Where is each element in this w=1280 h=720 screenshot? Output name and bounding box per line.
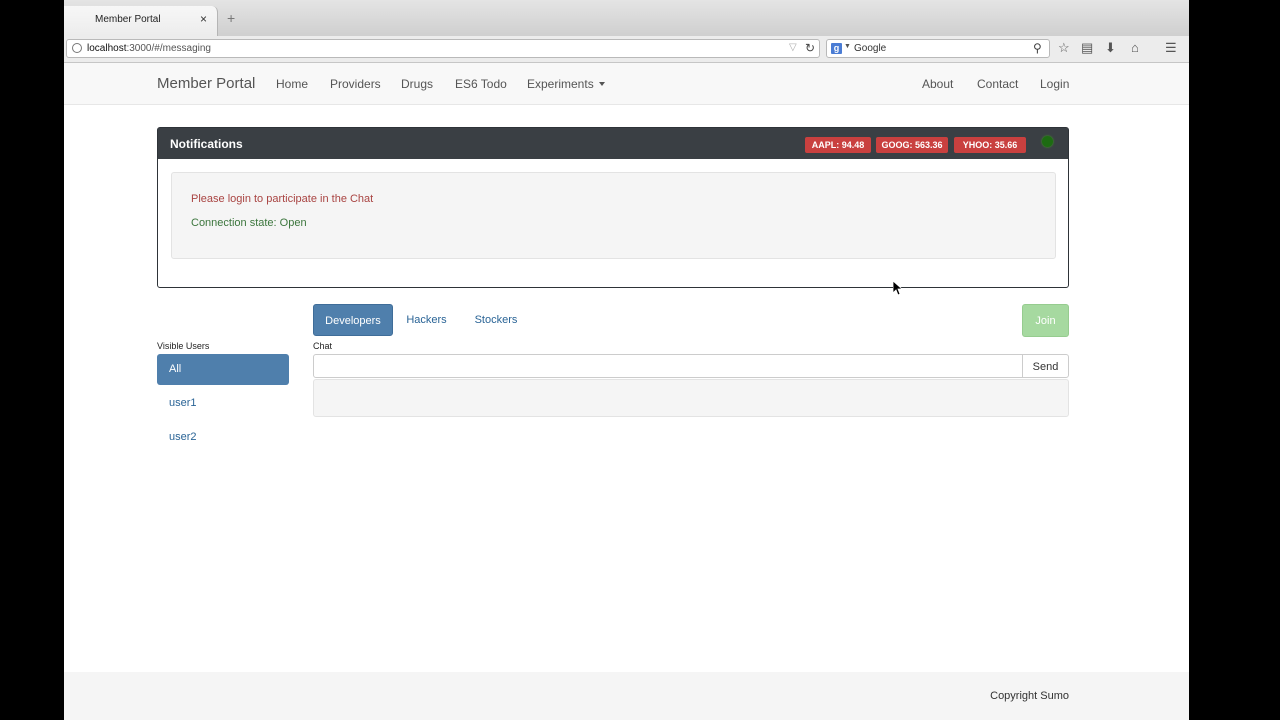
copyright-text: Copyright Sumo: [990, 690, 1069, 702]
search-bar[interactable]: g ▼ Google ⚲: [826, 39, 1050, 58]
nav-login[interactable]: Login: [1040, 77, 1069, 91]
reload-icon[interactable]: ↻: [805, 41, 815, 55]
menu-icon[interactable]: ☰: [1165, 40, 1177, 56]
send-button[interactable]: Send: [1022, 354, 1069, 378]
footer: Copyright Sumo: [64, 672, 1189, 720]
user-item-user1[interactable]: user1: [157, 388, 289, 419]
google-icon[interactable]: g: [831, 43, 842, 54]
new-tab-icon[interactable]: +: [227, 10, 235, 26]
nav-es6-todo[interactable]: ES6 Todo: [455, 77, 507, 91]
nav-experiments-label: Experiments: [527, 77, 594, 91]
stock-badge-yhoo: YHOO: 35.66: [954, 137, 1026, 153]
browser-window: Member Portal × + localhost:3000/#/messa…: [64, 0, 1189, 720]
tab-hackers[interactable]: Hackers: [399, 304, 454, 336]
browser-tab[interactable]: Member Portal ×: [64, 6, 218, 36]
nav-experiments-dropdown[interactable]: Experiments: [527, 77, 605, 91]
login-alert: Please login to participate in the Chat: [191, 193, 374, 205]
brand-link[interactable]: Member Portal: [157, 75, 255, 92]
clipboard-icon[interactable]: ▤: [1081, 40, 1093, 56]
mouse-cursor-icon: [893, 281, 903, 296]
stock-badge-goog: GOOG: 563.36: [876, 137, 948, 153]
connection-status-indicator: [1042, 136, 1053, 147]
url-text: localhost:3000/#/messaging: [87, 43, 211, 54]
chat-label: Chat: [313, 341, 333, 351]
url-path: :3000/#/messaging: [126, 43, 211, 54]
user-item-all[interactable]: All: [157, 354, 289, 385]
user-item-user2[interactable]: user2: [157, 422, 289, 453]
globe-icon: [72, 43, 82, 53]
stock-badge-aapl: AAPL: 94.48: [805, 137, 871, 153]
nav-home[interactable]: Home: [276, 77, 308, 91]
join-button[interactable]: Join: [1022, 304, 1069, 337]
browser-toolbar: localhost:3000/#/messaging ▽ ↻ g ▼ Googl…: [64, 36, 1189, 63]
panel-title: Notifications: [170, 137, 243, 151]
tab-title: Member Portal: [95, 14, 161, 25]
chat-input[interactable]: [313, 354, 1023, 378]
chevron-down-icon: [598, 82, 605, 86]
site-navbar: Member Portal Home Providers Drugs ES6 T…: [64, 63, 1189, 105]
tab-stockers[interactable]: Stockers: [465, 304, 527, 336]
connection-state: Connection state: Open: [191, 217, 307, 229]
history-dropdown-icon[interactable]: ▽: [789, 42, 797, 53]
chat-messages: [313, 379, 1069, 417]
tab-strip: Member Portal × +: [64, 0, 1189, 36]
url-host: localhost: [87, 43, 127, 54]
address-bar[interactable]: localhost:3000/#/messaging ▽ ↻: [66, 39, 820, 58]
nav-drugs[interactable]: Drugs: [401, 77, 433, 91]
search-placeholder: Google: [854, 43, 887, 54]
home-icon[interactable]: ⌂: [1131, 40, 1139, 55]
search-icon[interactable]: ⚲: [1033, 41, 1042, 55]
nav-providers[interactable]: Providers: [330, 77, 381, 91]
download-icon[interactable]: ⬇: [1105, 40, 1116, 56]
tab-developers[interactable]: Developers: [313, 304, 393, 336]
star-icon[interactable]: ☆: [1058, 40, 1070, 56]
tab-close-icon[interactable]: ×: [200, 12, 207, 26]
panel-header: Notifications AAPL: 94.48 GOOG: 563.36 Y…: [158, 128, 1068, 159]
visible-users-label: Visible Users: [157, 341, 210, 351]
notifications-panel: Notifications AAPL: 94.48 GOOG: 563.36 Y…: [157, 127, 1069, 288]
search-engine-caret-icon[interactable]: ▼: [844, 43, 851, 50]
nav-contact[interactable]: Contact: [977, 77, 1018, 91]
nav-about[interactable]: About: [922, 77, 953, 91]
notification-well: Please login to participate in the Chat …: [171, 172, 1056, 259]
